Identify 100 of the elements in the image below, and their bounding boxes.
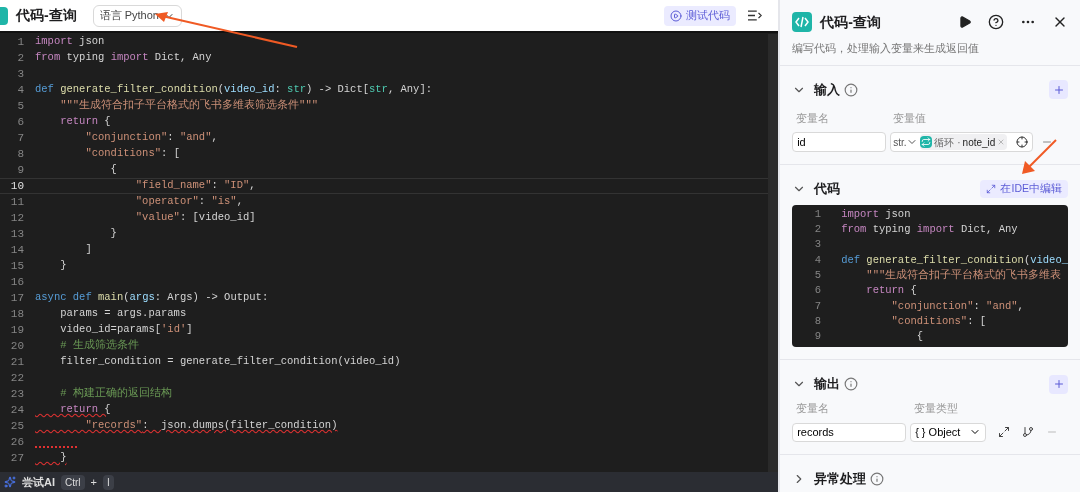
panel-title: 代码-查询 [820, 12, 881, 32]
code-logo-icon [0, 6, 8, 25]
line-number: 8 [16, 146, 24, 162]
code-line: filter_condition = generate_filter_condition(video_id) [59, 354, 401, 370]
help-icon[interactable] [988, 14, 1004, 30]
code-line: { [109, 162, 117, 178]
info-icon [870, 471, 885, 486]
test-code-button[interactable]: 测试代码 [664, 5, 737, 26]
line-number: 3 [813, 237, 822, 253]
line-number: 12 [9, 210, 24, 226]
variable-name-field[interactable]: records [792, 422, 907, 442]
code-line: def generate_filter_condition(video_id: str) -> Dict[str, Any]: [35, 82, 432, 98]
code-line: video_id=params['id'] [59, 322, 193, 338]
line-number: 9 [813, 329, 822, 345]
code-line: "records": json.dumps(filter_condition) [84, 418, 338, 434]
section-title: 输入 [814, 80, 841, 99]
key-cap: I [103, 474, 114, 490]
error-squiggle [35, 444, 77, 448]
line-number: 1 [16, 34, 24, 50]
code-line: "conjunction": "and", [84, 130, 218, 146]
code-line: "conditions": [ [84, 146, 180, 162]
code-line: "field_name": "ID", [134, 178, 256, 194]
variable-name-field[interactable]: id [792, 132, 887, 152]
line-number: 4 [813, 252, 822, 268]
code-line: params = args.params [59, 306, 187, 322]
line-number: 9 [16, 162, 24, 178]
line-number: 7 [16, 130, 24, 146]
code-line: def generate_filter_condition(video_ [841, 252, 1068, 268]
code-line: import json [35, 34, 105, 50]
line-number: 5 [16, 98, 24, 114]
collapse-menu-icon[interactable] [748, 10, 763, 21]
key-cap: Ctrl [61, 474, 85, 490]
line-number: 18 [9, 306, 24, 322]
code-line: """生成符合扣子平台格式的飞书多维表筛选条件""" [59, 98, 318, 114]
line-number: 21 [9, 354, 24, 370]
code-line: return { [59, 402, 111, 418]
play-icon [670, 9, 683, 22]
line-number: 1 [813, 206, 822, 222]
line-number: 23 [9, 386, 24, 402]
code-line: } [59, 258, 67, 274]
line-number: 24 [9, 402, 24, 418]
scrollbar[interactable] [768, 34, 779, 472]
section-title: 代码 [814, 180, 841, 199]
code-line: } [59, 450, 67, 466]
code-line: from typing import Dict, Any [841, 222, 1018, 238]
code-line: "conditions": [ [890, 313, 987, 329]
column-label: 变量值 [893, 110, 927, 126]
section-title: 输出 [814, 375, 841, 394]
line-number: 13 [9, 226, 24, 242]
line-number: 2 [813, 222, 822, 238]
editor-title: 代码-查询 [16, 6, 77, 25]
section-title: 异常处理 [814, 469, 867, 488]
line-number: 26 [9, 434, 24, 450]
line-number: 25 [9, 418, 24, 434]
code-line: # 生成筛选条件 [59, 338, 139, 354]
line-number: 6 [16, 114, 24, 130]
line-number: 10 [9, 178, 24, 194]
code-line: "operator": "is", [134, 194, 243, 210]
code-line: "value": [video_id] [134, 210, 256, 226]
code-line: import json [841, 206, 911, 222]
expand-icon [986, 184, 997, 194]
code-line: return { [865, 283, 917, 299]
column-label: 变量类型 [914, 401, 959, 416]
code-line: "conjunction": "and", [890, 298, 1024, 314]
code-line: from typing import Dict, Any [35, 50, 212, 66]
column-label: 变量名 [796, 401, 831, 416]
line-number: 15 [9, 258, 24, 274]
code-logo-icon [792, 12, 813, 32]
plus-icon [1052, 378, 1065, 390]
code-line: } [109, 226, 117, 242]
info-icon [844, 377, 859, 391]
line-number: 27 [9, 450, 24, 466]
expand-icon[interactable] [998, 426, 1011, 438]
info-icon [844, 82, 859, 97]
branch-icon[interactable] [1022, 426, 1035, 438]
code-line: # 构建正确的返回结构 [59, 386, 172, 402]
sparkle-icon [4, 476, 16, 488]
line-number: 3 [16, 66, 24, 82]
column-label: 变量名 [796, 110, 831, 126]
edit-in-ide-button[interactable]: 在IDE中编辑 [980, 180, 1068, 198]
code-line: return { [59, 114, 111, 130]
line-number: 6 [813, 283, 822, 299]
line-number: 16 [9, 274, 24, 290]
line-number: 22 [9, 370, 24, 386]
line-number: 17 [9, 290, 24, 306]
line-number: 20 [9, 338, 24, 354]
try-ai-label[interactable]: 尝试AI [22, 473, 55, 491]
code-line: { [915, 329, 924, 345]
plus-icon [1052, 83, 1065, 96]
code-line: """生成符合扣子平台格式的飞书多维表 [865, 267, 1062, 283]
run-icon[interactable] [958, 15, 972, 29]
code-line: async def main(args: Args) -> Output: [35, 290, 269, 306]
code-preview[interactable]: 1 import json 2 from typing import Dict, Any 3 4 def generate_filter_condition(video_ 5 """生成符合扣子平台格式的飞书多维表 6 return { 7 "conjunction": "and", 8 "conditions": [ 9 { [792, 205, 1068, 347]
line-number: 8 [813, 313, 822, 329]
line-number: 19 [9, 322, 24, 338]
line-number: 11 [9, 194, 24, 210]
line-number: 5 [813, 267, 822, 283]
line-number: 2 [16, 50, 24, 66]
type-select[interactable]: { } Object [910, 422, 987, 442]
panel-description: 编写代码，处理输入变量来生成返回值 [792, 41, 981, 56]
